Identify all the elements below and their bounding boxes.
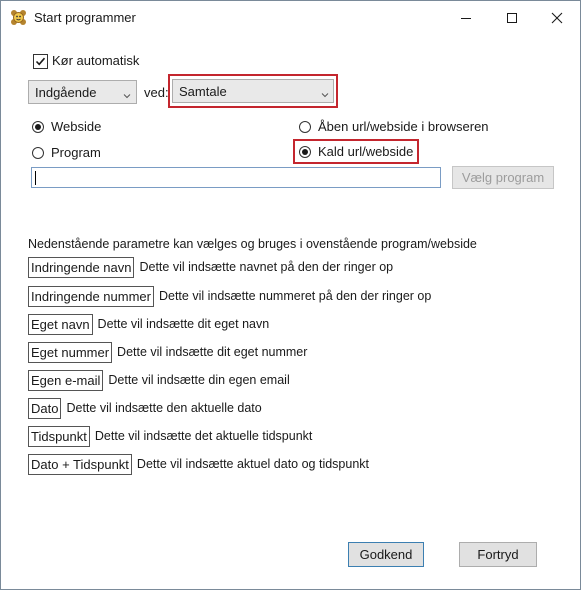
param-row: Eget nummer Dette vil indsætte dit eget n… <box>28 342 307 364</box>
param-description: Dette vil indsætte aktuel dato og tidspu… <box>136 457 370 471</box>
param-description: Dette vil indsætte den aktuelle dato <box>66 401 262 415</box>
params-intro: Nedenstående parametre kan vælges og bru… <box>28 237 477 251</box>
start-programs-window: Start programmer Kør automatisk Indgåend… <box>0 0 581 590</box>
direction-select[interactable]: Indgående <box>28 80 137 104</box>
param-row: Tidspunkt Dette vil indsætte det aktuelle… <box>28 426 312 448</box>
minimize-icon <box>460 12 472 24</box>
param-description: Dette vil indsætte navnet på den der rin… <box>139 260 394 274</box>
title-bar: Start programmer <box>1 1 580 35</box>
call-url-label: Kald url/webside <box>318 144 414 159</box>
param-tag-own-name[interactable]: Eget navn <box>28 314 93 335</box>
chevron-down-icon <box>321 87 329 102</box>
param-description: Dette vil indsætte dit eget nummer <box>117 345 308 359</box>
event-select[interactable]: Samtale <box>172 79 334 103</box>
maximize-button[interactable] <box>489 1 535 35</box>
cancel-button[interactable]: Fortryd <box>459 542 537 567</box>
param-tag-time[interactable]: Tidspunkt <box>28 426 90 447</box>
webside-label: Webside <box>51 119 102 134</box>
param-row: Eget navn Dette vil indsætte dit eget nav… <box>28 314 269 336</box>
param-tag-own-number[interactable]: Eget nummer <box>28 342 113 363</box>
param-description: Dette vil indsætte dit eget navn <box>97 317 270 331</box>
webside-radio[interactable] <box>32 121 44 133</box>
param-row: Dato Dette vil indsætte den aktuelle dato <box>28 398 262 420</box>
ok-button[interactable]: Godkend <box>348 542 424 567</box>
at-label: ved: <box>144 85 169 100</box>
param-tag-caller-name[interactable]: Indringende navn <box>28 257 135 278</box>
minimize-button[interactable] <box>443 1 489 35</box>
param-description: Dette vil indsætte din egen email <box>108 373 290 387</box>
app-logo-icon <box>10 9 27 26</box>
param-tag-own-email[interactable]: Egen e-mail <box>28 370 104 391</box>
param-tag-date-time[interactable]: Dato + Tidspunkt <box>28 454 132 475</box>
call-url-radio[interactable] <box>299 146 311 158</box>
choose-program-button[interactable]: Vælg program <box>452 166 554 189</box>
close-button[interactable] <box>534 1 580 35</box>
param-description: Dette vil indsætte det aktuelle tidspunk… <box>94 429 313 443</box>
param-tag-caller-number[interactable]: Indringende nummer <box>28 286 154 307</box>
param-row: Dato + Tidspunkt Dette vil indsætte aktue… <box>28 454 369 476</box>
open-browser-radio[interactable] <box>299 121 311 133</box>
program-label: Program <box>51 145 101 160</box>
param-row: Indringende navn Dette vil indsætte navne… <box>28 257 393 279</box>
close-icon <box>551 12 563 24</box>
program-radio[interactable] <box>32 147 44 159</box>
event-select-value: Samtale <box>179 84 227 99</box>
maximize-icon <box>506 12 518 24</box>
open-browser-label: Åben url/webside i browseren <box>318 119 489 134</box>
window-title: Start programmer <box>34 10 136 25</box>
param-tag-date[interactable]: Dato <box>28 398 62 419</box>
param-row: Indringende nummer Dette vil indsætte num… <box>28 286 431 308</box>
auto-run-label: Kør automatisk <box>52 53 140 68</box>
path-input[interactable] <box>31 167 441 188</box>
auto-run-checkbox[interactable] <box>33 54 48 69</box>
direction-select-value: Indgående <box>35 85 97 100</box>
chevron-down-icon <box>123 88 131 103</box>
param-description: Dette vil indsætte nummeret på den der r… <box>158 289 432 303</box>
param-row: Egen e-mail Dette vil indsætte din egen e… <box>28 370 290 392</box>
